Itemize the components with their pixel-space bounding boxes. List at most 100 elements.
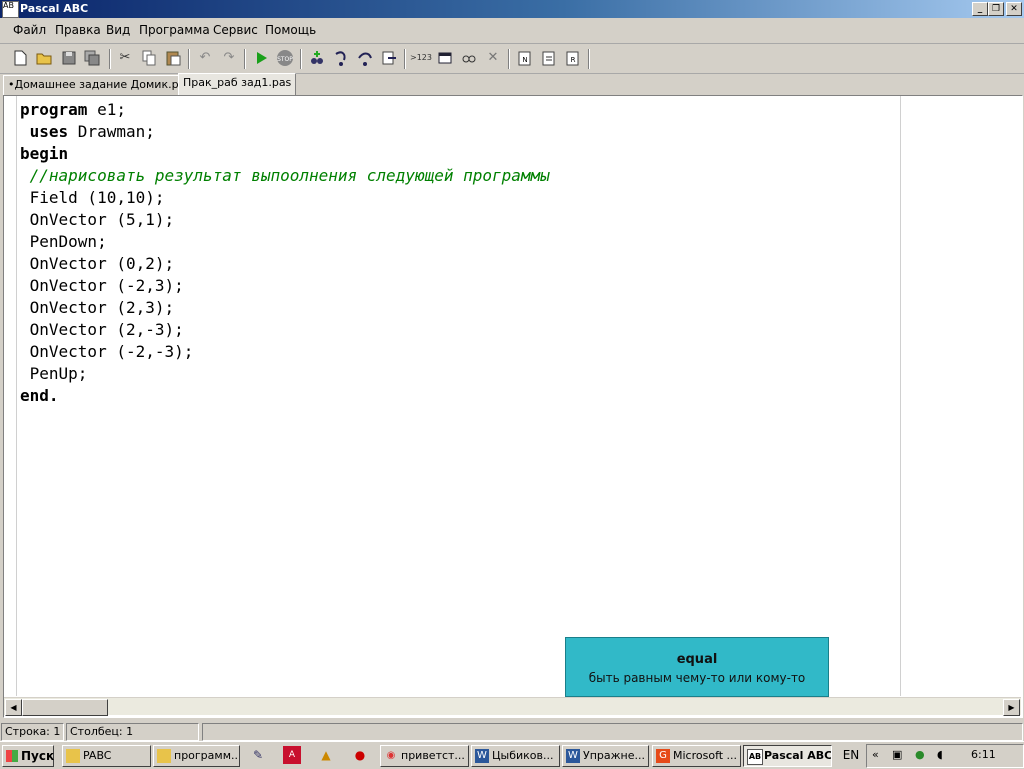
pascal-icon: AB (747, 749, 763, 765)
code-text: OnVector (-2,3); (20, 276, 184, 295)
code-keyword: end. (20, 386, 59, 405)
save-all-icon[interactable] (83, 49, 101, 67)
code-line[interactable]: uses Drawman; (20, 121, 550, 143)
code-text: Drawman; (68, 122, 155, 141)
acrobat-icon[interactable]: A (283, 746, 301, 764)
scroll-right-icon[interactable]: ▶ (1003, 699, 1020, 716)
tab-practice[interactable]: Прак_раб зад1.pas (178, 73, 297, 96)
taskbar-item-doc1[interactable]: W Цыбиков... (471, 745, 560, 767)
step-into-icon[interactable] (332, 49, 350, 67)
word-icon: W (566, 749, 580, 763)
minimize-button[interactable]: _ (972, 2, 988, 16)
code-line[interactable]: begin (20, 143, 550, 165)
undo-icon[interactable]: ↶ (196, 49, 214, 67)
menu-program[interactable]: Программа (139, 23, 210, 37)
code-text: e1; (87, 100, 126, 119)
menu-edit[interactable]: Правка (55, 23, 101, 37)
code-line[interactable]: OnVector (-2,3); (20, 275, 550, 297)
taskbar-item-programs[interactable]: программ... (153, 745, 240, 767)
status-bar: Строка: 1 Столбец: 1 (0, 721, 1024, 741)
code-line[interactable]: OnVector (2,-3); (20, 319, 550, 341)
opera-icon[interactable]: ● (351, 746, 369, 764)
copy-icon[interactable] (140, 49, 158, 67)
taskbar-item-office[interactable]: G Microsoft ... (652, 745, 741, 767)
office-icon: G (656, 749, 670, 763)
menu-file[interactable]: Файл (13, 23, 46, 37)
chrome-icon: ◉ (386, 750, 396, 761)
code-line[interactable]: PenUp; (20, 363, 550, 385)
start-button[interactable]: Пуск (2, 745, 54, 767)
open-folder-icon[interactable] (35, 49, 53, 67)
close-button[interactable]: ✕ (1006, 2, 1022, 16)
speaker-icon[interactable]: ◖ (937, 748, 943, 761)
new-file-icon[interactable] (11, 49, 29, 67)
save-icon[interactable] (60, 49, 78, 67)
tray-expand-icon[interactable]: « (872, 748, 879, 761)
title-bar[interactable]: AB Pascal ABC _ ❐ ✕ (0, 0, 1024, 18)
network-icon[interactable]: ▣ (892, 748, 902, 761)
code-editor[interactable]: program e1; uses Drawman; begin //нарисов… (3, 95, 1023, 718)
code-line[interactable]: PenDown; (20, 231, 550, 253)
output-icon[interactable]: >123 (410, 49, 432, 67)
clock[interactable]: 6:11 (971, 748, 996, 761)
code-text: OnVector (-2,-3); (20, 342, 194, 361)
menu-view[interactable]: Вид (106, 23, 130, 37)
code-area[interactable]: program e1; uses Drawman; begin //нарисов… (20, 99, 550, 407)
avast-icon[interactable]: ▲ (317, 746, 335, 764)
code-line[interactable]: OnVector (5,1); (20, 209, 550, 231)
code-keyword: begin (20, 144, 69, 163)
svg-text:STOP: STOP (277, 56, 293, 63)
app-icon: AB (2, 1, 19, 18)
taskbar-item-chrome[interactable]: ◉ приветст... (380, 745, 469, 767)
torrent-icon[interactable]: ● (915, 748, 925, 761)
run-icon[interactable] (252, 49, 270, 67)
cut-icon[interactable]: ✂ (116, 49, 134, 67)
add-watch-icon[interactable] (308, 49, 326, 67)
scroll-thumb[interactable] (22, 699, 108, 716)
step-over-icon[interactable] (356, 49, 374, 67)
redo-icon[interactable]: ↷ (220, 49, 238, 67)
language-indicator[interactable]: EN (838, 746, 864, 764)
taskbar-item-doc2[interactable]: W Упражне... (562, 745, 649, 767)
code-text: OnVector (5,1); (20, 210, 175, 229)
export-1-icon[interactable]: N (516, 49, 534, 67)
code-line[interactable]: OnVector (0,2); (20, 253, 550, 275)
code-line[interactable]: Field (10,10); (20, 187, 550, 209)
scroll-left-icon[interactable]: ◀ (5, 699, 22, 716)
code-line[interactable]: OnVector (-2,-3); (20, 341, 550, 363)
notepad-icon[interactable]: ✎ (249, 746, 267, 764)
toolbar: ✂ ↶ ↷ STOP >123 ✕ N R (0, 44, 1024, 74)
taskbar-item-pabc[interactable]: PABC (62, 745, 151, 767)
code-text: Field (10,10); (20, 188, 165, 207)
export-3-icon[interactable]: R (564, 49, 582, 67)
code-line[interactable]: //нарисовать результат выпоолнения следу… (20, 165, 550, 187)
stop-icon[interactable]: STOP (276, 49, 294, 67)
system-tray: « ▣ ● ◖ 6:11 (866, 744, 1024, 768)
status-message (202, 723, 1023, 741)
code-keyword: uses (20, 122, 69, 141)
run-to-cursor-icon[interactable] (380, 49, 398, 67)
window-icon[interactable] (436, 49, 454, 67)
status-line: Строка: 1 (1, 723, 64, 741)
taskbar-item-pascal[interactable]: AB Pascal ABC (743, 745, 832, 767)
code-line[interactable]: end. (20, 385, 550, 407)
menu-help[interactable]: Помощь (265, 23, 316, 37)
format-icon[interactable] (460, 49, 478, 67)
file-tabs: •Домашнее задание Домик.pas Прак_раб зад… (0, 73, 1024, 96)
code-keyword: program (20, 100, 88, 119)
folder-icon (157, 749, 171, 763)
code-line[interactable]: OnVector (2,3); (20, 297, 550, 319)
code-text: PenUp; (20, 364, 88, 383)
paste-icon[interactable] (164, 49, 182, 67)
export-2-icon[interactable] (540, 49, 558, 67)
code-line[interactable]: program e1; (20, 99, 550, 121)
horizontal-scrollbar[interactable]: ◀ ▶ (4, 697, 1021, 716)
word-icon: W (475, 749, 489, 763)
maximize-button[interactable]: ❐ (988, 2, 1004, 16)
tab-homework[interactable]: •Домашнее задание Домик.pas (3, 75, 197, 96)
code-text: OnVector (0,2); (20, 254, 175, 273)
menu-service[interactable]: Сервис (213, 23, 258, 37)
close-file-icon[interactable]: ✕ (484, 49, 502, 67)
status-column: Столбец: 1 (66, 723, 199, 741)
tooltip-definition: быть равным чему-то или кому-то (588, 671, 806, 685)
